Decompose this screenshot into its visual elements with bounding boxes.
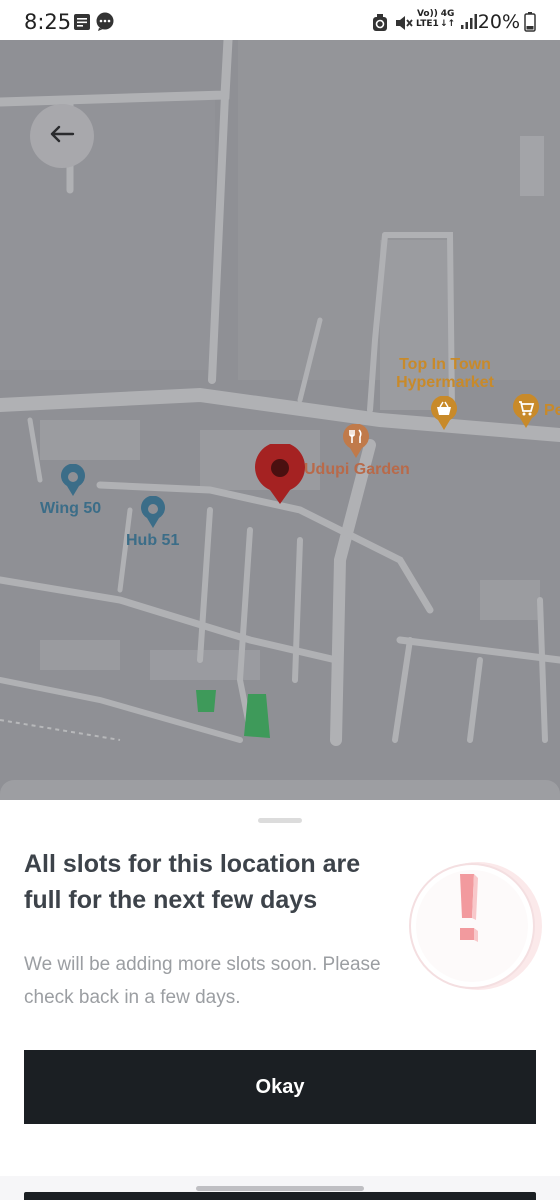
status-time: 8:25 xyxy=(24,10,72,34)
mute-icon xyxy=(394,14,414,37)
map-view[interactable]: Top In Town Hypermarket Pe Udupi Garden … xyxy=(0,40,560,800)
home-gesture-bar[interactable] xyxy=(196,1186,364,1191)
network-top-text: Vo)) xyxy=(416,9,438,19)
alert-exclamation-icon xyxy=(408,858,544,994)
map-label-edge: Pe xyxy=(544,402,560,419)
back-button[interactable] xyxy=(30,104,94,168)
next-button-peek xyxy=(24,1192,536,1200)
notes-icon xyxy=(73,13,91,36)
selected-location-pin-icon[interactable] xyxy=(254,442,306,509)
map-label-hub: Hub 51 xyxy=(126,532,180,549)
network-volte-label: Vo)) LTE1 xyxy=(416,9,439,29)
signal-icon xyxy=(460,14,478,35)
restaurant-icon[interactable] xyxy=(342,423,370,463)
location-pin-icon[interactable] xyxy=(60,463,86,501)
recycle-icon xyxy=(372,14,388,37)
map-label-hypermarket: Top In Town Hypermarket xyxy=(396,356,494,391)
status-bar: 8:25 Vo)) LTE1 4G ↓↑ 20% xyxy=(0,0,560,40)
message-icon xyxy=(95,12,115,37)
sheet-drag-handle[interactable] xyxy=(258,818,302,823)
map-label-wing: Wing 50 xyxy=(40,500,102,517)
battery-icon xyxy=(524,12,536,37)
location-pin-icon[interactable] xyxy=(140,495,166,533)
network-gen-text: 4G xyxy=(440,9,455,19)
slots-full-sheet: All slots for this location are full for… xyxy=(0,800,560,1200)
sheet-title: All slots for this location are full for… xyxy=(24,850,361,914)
location-details-sheet xyxy=(0,780,560,800)
map-label-restaurant: Udupi Garden xyxy=(304,461,410,478)
shopping-basket-icon[interactable] xyxy=(430,395,458,435)
okay-button[interactable]: Okay xyxy=(24,1050,536,1124)
sheet-subtitle: We will be adding more slots soon. Pleas… xyxy=(24,954,381,1008)
arrow-left-icon xyxy=(49,124,75,149)
network-gen-label: 4G ↓↑ xyxy=(440,9,456,29)
battery-percent: 20% xyxy=(477,11,520,33)
shopping-cart-icon[interactable] xyxy=(512,393,540,433)
network-bottom-text: LTE1 xyxy=(416,19,439,29)
